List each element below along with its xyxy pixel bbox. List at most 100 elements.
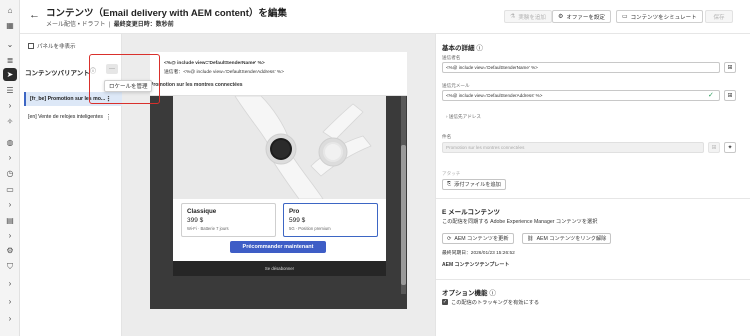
preview-sender-address: 送信者：<%@ include view='DefaultSenderAddre…: [164, 70, 284, 75]
personalize-icon-2[interactable]: ⊞: [724, 90, 736, 101]
address-expander[interactable]: › 送信先アドレス: [446, 114, 481, 120]
attachment-icon: ⎘: [447, 181, 452, 187]
add-experiment-label: 実験を追加: [518, 14, 546, 21]
refresh-icon: ⟳: [447, 235, 452, 242]
nav-rail: ⌂ ▦ ⌄ ≣ ➤ ☰ › ✧ ◍ › ◷ ▭ › ▤ › ⚙ ⛉ › › ›: [0, 0, 20, 336]
home-icon[interactable]: ⌂: [4, 5, 16, 16]
plan-card-pro[interactable]: Pro 599 $ 5G · Position premium: [283, 203, 378, 237]
chevron-right-icon-6[interactable]: ›: [4, 296, 16, 307]
refresh-aem-label: AEM コンテンツを更新: [454, 236, 509, 242]
chevron-right-icon-5[interactable]: ›: [4, 278, 16, 289]
plan-price-2: 599 $: [289, 217, 306, 224]
preview-sender-name: <%@ include view='DefaultSenderName' %>: [164, 61, 265, 66]
divider: [436, 198, 750, 199]
preorder-button[interactable]: Précommander maintenant: [230, 241, 326, 253]
info-icon-3[interactable]: ⓘ: [489, 290, 496, 297]
refresh-aem-button[interactable]: ⟳ AEM コンテンツを更新: [442, 233, 514, 244]
chart-icon[interactable]: ▤: [4, 215, 16, 226]
last-sync-text: 最終同期日：2026/01/23 15:26:52: [442, 251, 515, 256]
folder-icon[interactable]: ▭: [4, 184, 16, 195]
personalize-icon-3[interactable]: ⊞: [708, 142, 720, 153]
app-root: ⌂ ▦ ⌄ ≣ ➤ ☰ › ✧ ◍ › ◷ ▭ › ▤ › ⚙ ⛉ › › › …: [0, 0, 750, 336]
offer-settings-label: オファーを設定: [566, 14, 605, 21]
email-body: Classique 399 $ Wi-Fi · Batterie 7 jours…: [173, 96, 386, 276]
sparkle-icon[interactable]: ✧: [4, 116, 16, 127]
manage-locales-menu-item[interactable]: ロケールを管理: [104, 80, 152, 92]
basic-details-label: 基本の詳細: [442, 45, 475, 52]
page-title: コンテンツ（Email delivery with AEM content）を編…: [46, 8, 287, 19]
content-variants-title: コンテンツバリアント: [25, 70, 90, 77]
smartwatch-hero-image: [173, 96, 386, 200]
subtitle-type: メール配信: [46, 22, 77, 28]
check-icon: ✓: [708, 92, 714, 99]
page-subtitle: メール配信 • ドラフト | 最終変更日時：数秒前: [46, 22, 174, 28]
chevron-right-icon-3[interactable]: ›: [4, 199, 16, 210]
chevron-right-icon-2[interactable]: ›: [4, 152, 16, 163]
rule-icon[interactable]: ☰: [4, 85, 16, 96]
save-button[interactable]: 保存: [705, 10, 733, 23]
preview-subject: Promotion sur les montres connectées: [150, 82, 243, 88]
chevron-right-icon-4[interactable]: ›: [4, 230, 16, 241]
clock-icon[interactable]: ◷: [4, 168, 16, 179]
hide-panel-toggle[interactable]: パネルを非表示: [28, 42, 76, 50]
callout-highlight: [89, 54, 160, 104]
address-expander-label: 送信先アドレス: [448, 114, 481, 119]
sender-email-field[interactable]: <%@ include view='DefaultSenderAddress' …: [442, 90, 720, 101]
page-header: ← コンテンツ（Email delivery with AEM content）…: [20, 0, 750, 34]
grid-icon[interactable]: ▦: [4, 20, 16, 31]
variant-item-en[interactable]: [en] Vente de relojes inteligentes ⋮: [24, 110, 122, 124]
globe-icon[interactable]: ◍: [4, 137, 16, 148]
chevron-right-icon-7[interactable]: ›: [4, 313, 16, 324]
kebab-icon-2[interactable]: ⋮: [105, 113, 112, 121]
settings-icon[interactable]: ⚙: [4, 245, 16, 256]
sender-name-label: 送信者名: [442, 55, 461, 60]
simulate-label: コンテンツをシミュレート: [630, 14, 697, 21]
shield-icon[interactable]: ⛉: [4, 261, 16, 272]
add-attachment-label: 添付ファイルを追加: [454, 182, 501, 188]
subtitle-status: ドラフト: [81, 22, 106, 28]
attachment-label: アタッチ: [442, 171, 461, 176]
ai-assistant-icon[interactable]: ✦: [724, 142, 736, 153]
subject-field[interactable]: Promotion sur les montres connectées: [442, 142, 704, 153]
chevron-down-icon[interactable]: ⌄: [4, 39, 16, 50]
divider-2: [436, 279, 750, 280]
subject-label: 件名: [442, 134, 452, 139]
plan-card-classique[interactable]: Classique 399 $ Wi-Fi · Batterie 7 jours: [181, 203, 276, 237]
unlink-aem-button[interactable]: ⛓ AEM コンテンツをリンク解除: [522, 233, 612, 244]
offer-settings-button[interactable]: ⚙ オファーを設定: [552, 10, 611, 23]
hide-panel-label: パネルを非表示: [37, 44, 76, 50]
back-arrow-icon[interactable]: ←: [29, 9, 40, 21]
unsubscribe-footer[interactable]: Se désabonner: [173, 261, 386, 276]
tracking-checkbox[interactable]: ✓: [442, 299, 448, 305]
plan-desc: Wi-Fi · Batterie 7 jours: [187, 226, 229, 231]
unlink-icon: ⛓: [527, 235, 534, 242]
options-label: オプション機能: [442, 290, 488, 297]
subtitle-modified-value: 数秒前: [155, 22, 174, 28]
simulate-icon: ▭: [622, 14, 628, 20]
sender-email-label: 送信元メール: [442, 83, 470, 88]
email-content-desc: この配信を同期する Adobe Experience Manager コンテンツ…: [442, 219, 598, 225]
offer-icon: ⚙: [558, 14, 564, 20]
plan-name: Classique: [187, 208, 217, 215]
plan-desc-2: 5G · Position premium: [289, 226, 331, 231]
journey-icon[interactable]: ➤: [3, 68, 17, 81]
info-icon-2[interactable]: ⓘ: [476, 45, 483, 52]
layers-icon[interactable]: ≣: [4, 55, 16, 66]
panel-icon: [28, 43, 34, 49]
sender-name-field[interactable]: <%@ include view='DefaultSenderName' %>: [442, 62, 720, 73]
plan-price: 399 $: [187, 217, 204, 224]
chevron-right-icon[interactable]: ›: [4, 100, 16, 111]
simulate-content-button[interactable]: ▭ コンテンツをシミュレート: [616, 10, 703, 23]
add-attachment-button[interactable]: ⎘ 添付ファイルを追加: [442, 179, 506, 190]
subtitle-modified-label: 最終変更日時：: [113, 22, 156, 28]
aem-template-label: AEM コンテンツテンプレート: [442, 262, 510, 268]
add-experiment-button[interactable]: ⚗ 実験を追加: [504, 10, 552, 23]
email-preview-header: <%@ include view='DefaultSenderName' %> …: [150, 52, 407, 96]
preview-scroll-thumb[interactable]: [401, 145, 406, 285]
variant-label-2: [en] Vente de relojes inteligentes: [28, 114, 103, 120]
options-title: オプション機能 ⓘ: [442, 287, 496, 297]
email-content-title: E メールコンテンツ: [442, 209, 501, 216]
basic-details-title: 基本の詳細 ⓘ: [442, 42, 483, 52]
personalize-icon[interactable]: ⊞: [724, 62, 736, 73]
plan-name-2: Pro: [289, 208, 300, 215]
